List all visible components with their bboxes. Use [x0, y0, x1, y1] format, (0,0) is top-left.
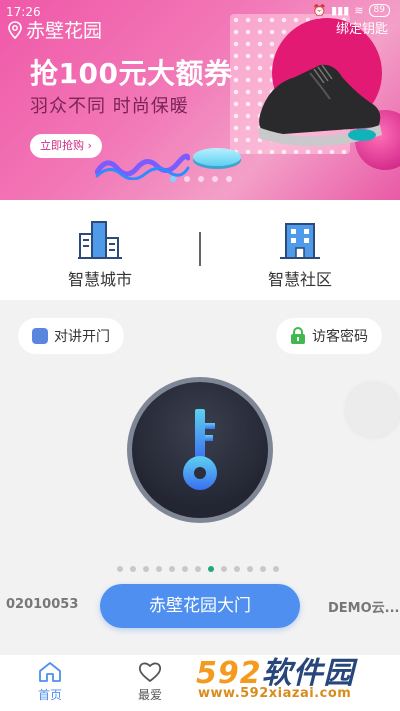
location-selector[interactable]: 赤壁花园: [8, 16, 102, 43]
smart-divider: [199, 232, 201, 266]
visitor-password-label: 访客密码: [312, 329, 368, 345]
banner-title: 抢100元大额券: [30, 57, 233, 90]
bind-key-link[interactable]: 绑定钥匙: [336, 18, 388, 37]
watermark-logo: 592软件园 www.592xiazai.com: [196, 636, 400, 711]
alarm-icon: ⏰: [312, 4, 327, 17]
lock-icon: [291, 327, 305, 344]
wifi-icon: ≋: [354, 4, 364, 17]
banner-dot[interactable]: [198, 176, 204, 182]
location-name: 赤壁花园: [26, 20, 103, 42]
banner-decoration-puck: [193, 148, 241, 166]
location-pin-icon: [8, 20, 22, 39]
intercom-door-button[interactable]: 对讲开门: [18, 318, 124, 354]
signal-icon: ▮▮▮: [331, 4, 350, 17]
intercom-icon: [32, 328, 48, 344]
door-next-label[interactable]: DEMO云...: [328, 597, 399, 616]
door-page-dot[interactable]: [169, 566, 175, 572]
city-buildings-icon: [78, 221, 122, 259]
banner-subtitle: 羽众不同 时尚保暖: [30, 96, 189, 117]
promo-banner[interactable]: 17:26 ⏰ ▮▮▮ ≋ 89 赤壁花园 绑定钥匙 抢100元大额券 羽众不同…: [0, 0, 400, 200]
current-door-button[interactable]: 赤壁花园大门: [100, 584, 300, 628]
key-icon: [183, 409, 217, 490]
door-page-dot[interactable]: [247, 566, 253, 572]
intercom-label: 对讲开门: [54, 329, 110, 345]
tab-home-label: 首页: [37, 688, 62, 702]
status-icons: ⏰ ▮▮▮ ≋ 89: [312, 4, 390, 17]
door-page-dot[interactable]: [195, 566, 201, 572]
unlock-key-button[interactable]: [127, 377, 273, 523]
smart-services: 智慧城市 智慧社区: [0, 200, 400, 300]
smart-community-label: 智慧社区: [267, 270, 332, 289]
smart-city-label: 智慧城市: [67, 270, 132, 289]
door-pagination: [117, 566, 279, 572]
watermark-url: www.592xiazai.com: [198, 686, 352, 701]
smart-community-button[interactable]: 智慧社区: [240, 220, 360, 290]
door-page-dot[interactable]: [156, 566, 162, 572]
banner-dot[interactable]: [184, 176, 190, 182]
door-page-dot[interactable]: [234, 566, 240, 572]
door-page-dot[interactable]: [143, 566, 149, 572]
battery-icon: 89: [368, 4, 390, 17]
heart-icon: [138, 662, 162, 682]
chevron-right-icon: ›: [87, 139, 92, 152]
door-page-dot[interactable]: [208, 566, 214, 572]
door-page-dot[interactable]: [273, 566, 279, 572]
tab-home[interactable]: 首页: [10, 661, 90, 703]
buy-now-button[interactable]: 立即抢购 ›: [30, 134, 102, 158]
buy-now-label: 立即抢购: [40, 139, 84, 152]
banner-dot[interactable]: [212, 176, 218, 182]
door-page-dot[interactable]: [130, 566, 136, 572]
door-page-dot[interactable]: [117, 566, 123, 572]
door-prev-label[interactable]: 02010053: [6, 597, 78, 612]
floating-action-button[interactable]: [346, 383, 400, 437]
community-building-icon: [280, 223, 320, 259]
banner-pagination: [170, 176, 232, 182]
smart-city-button[interactable]: 智慧城市: [40, 220, 160, 290]
tab-favorite-label: 最爱: [137, 688, 162, 702]
tab-favorite[interactable]: 最爱: [110, 661, 190, 703]
door-page-dot[interactable]: [182, 566, 188, 572]
door-page-dot[interactable]: [260, 566, 266, 572]
shoe-image: [258, 64, 382, 147]
home-icon: [39, 662, 61, 682]
banner-dot[interactable]: [170, 176, 176, 182]
banner-dot[interactable]: [226, 176, 232, 182]
door-page-dot[interactable]: [221, 566, 227, 572]
visitor-password-button[interactable]: 访客密码: [276, 318, 382, 354]
